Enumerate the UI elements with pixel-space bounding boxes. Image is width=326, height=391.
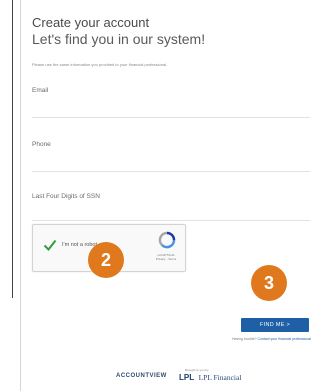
phone-field[interactable] [32,171,310,172]
ssn-field[interactable] [32,220,310,221]
help-text: Having trouble? Contact your financial p… [161,337,311,341]
find-me-button[interactable]: FIND ME > [241,318,309,332]
info-notice: Please use the same information you prov… [32,62,168,67]
recaptcha-icon [158,231,176,249]
create-account-panel: Create your account Let's find you in ou… [20,0,325,391]
email-label: Email [32,87,49,94]
recaptcha-brand: reCAPTCHA Privacy - Terms [149,253,183,261]
recaptcha-links[interactable]: Privacy - Terms [149,257,183,261]
help-prefix: Having trouble? [231,337,257,341]
accountview-logo: ACCOUNTVIEW [116,373,167,379]
checkmark-icon[interactable] [43,238,57,252]
phone-label: Phone [32,141,51,148]
lpl-prefix: Brought to you by [185,368,209,372]
chevron-right-icon: > [286,322,291,328]
email-field[interactable] [32,117,310,118]
contact-link[interactable]: Contact your financial professional [257,337,311,341]
lpl-financial-logo: Brought to you by LPL LPL Financial [179,368,241,383]
step-2-badge: 2 [88,242,124,278]
page-title: Create your account [32,15,150,30]
find-me-label: FIND ME [259,322,285,328]
page-subtitle: Let's find you in our system! [32,31,206,47]
background-window-edge [0,0,13,298]
step-3-badge: 3 [251,265,287,301]
ssn-label: Last Four Digits of SSN [32,193,100,200]
